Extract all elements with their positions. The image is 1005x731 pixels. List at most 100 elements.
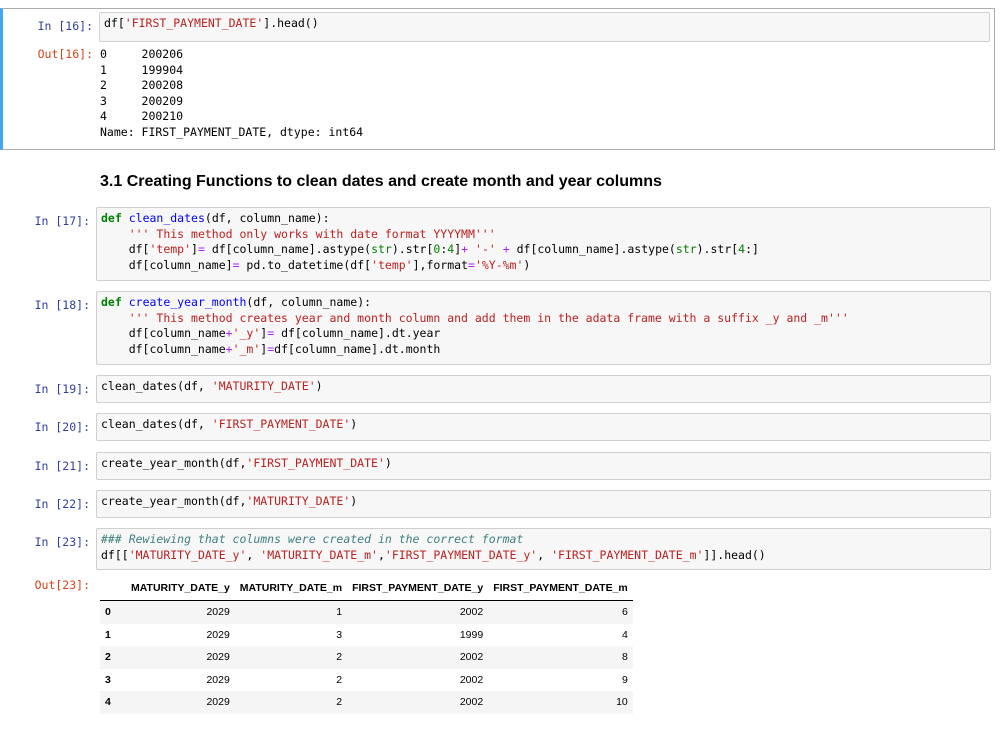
output-line: Name: FIRST_PAYMENT_DATE, dtype: int64 — [100, 124, 364, 139]
cell-20[interactable]: In [20]: clean_dates(df, 'FIRST_PAYMENT_… — [0, 413, 995, 441]
code-input[interactable]: create_year_month(df,'MATURITY_DATE') — [96, 490, 991, 518]
cell-16[interactable]: In [16]: df['FIRST_PAYMENT_DATE'].head()… — [0, 8, 995, 150]
code-token: 'temp' — [371, 257, 413, 272]
code-line: df[column_name+'_y']= df[column_name].dt… — [101, 326, 986, 342]
code-line: clean_dates(df, 'FIRST_PAYMENT_DATE') — [101, 417, 986, 433]
code-line: def clean_dates(df, column_name): — [101, 211, 986, 227]
code-token: create_year_month — [128, 295, 247, 309]
code-token: ).str[ — [391, 242, 434, 256]
in-prompt: In [21]: — [34, 459, 90, 473]
code-line: ''' This method only works with date for… — [101, 227, 986, 243]
cell-18[interactable]: In [18]: def create_year_month(df, colum… — [0, 291, 995, 365]
code-token: ### Rewiewing that columns were created … — [101, 532, 524, 546]
code-input[interactable]: clean_dates(df, 'MATURITY_DATE') — [96, 375, 991, 403]
code-token: + — [225, 341, 233, 356]
in-prompt: In [17]: — [34, 214, 90, 228]
code-token: 'FIRST_PAYMENT_DATE' — [246, 456, 385, 470]
code-line: df[column_name]= pd.to_datetime(df['temp… — [101, 258, 986, 274]
code-token: '_m' — [232, 341, 261, 356]
code-token: ) — [523, 257, 531, 272]
table-cell: 2002 — [459, 606, 484, 619]
code-input[interactable]: clean_dates(df, 'FIRST_PAYMENT_DATE') — [96, 413, 991, 441]
table-cell: 3 — [336, 628, 343, 641]
table-cell: 2029 — [206, 673, 230, 686]
code-token: df[column_name].dt.year — [274, 326, 441, 340]
code-input[interactable]: ### Rewiewing that columns were created … — [96, 528, 991, 570]
row-index: 3 — [105, 673, 111, 686]
code-token: , — [537, 547, 552, 562]
code-token: 'temp' — [149, 242, 192, 256]
code-token: = — [232, 257, 240, 272]
code-token: create_year_month(df, — [101, 494, 247, 508]
cell-22[interactable]: In [22]: create_year_month(df,'MATURITY_… — [0, 490, 995, 518]
code-token: (df, column_name): — [246, 295, 372, 309]
code-token: df[ — [104, 16, 125, 30]
code-input[interactable]: def clean_dates(df, column_name): ''' Th… — [96, 207, 991, 281]
table-row: 0 2029 1 2002 6 — [100, 600, 633, 624]
in-prompt: In [22]: — [34, 497, 90, 511]
code-line: ### Rewiewing that columns were created … — [101, 532, 986, 548]
cell-19[interactable]: In [19]: clean_dates(df, 'MATURITY_DATE'… — [0, 375, 995, 403]
table-cell: 2002 — [459, 651, 484, 664]
in-prompt: In [23]: — [34, 535, 90, 549]
code-token: = — [197, 242, 205, 256]
row-index: 4 — [105, 696, 111, 709]
in-prompt: In [20]: — [34, 420, 90, 434]
code-token: ''' This method only works with date for… — [128, 226, 496, 241]
code-token: 'MATURITY_DATE' — [211, 379, 316, 393]
table-cell: 2002 — [459, 673, 484, 686]
cell-23[interactable]: In [23]: ### Rewiewing that columns were… — [0, 528, 995, 723]
cell-21[interactable]: In [21]: create_year_month(df,'FIRST_PAY… — [0, 452, 995, 480]
code-token: '_y' — [232, 326, 261, 340]
code-input[interactable]: create_year_month(df,'FIRST_PAYMENT_DATE… — [96, 452, 991, 480]
code-token: + — [225, 326, 233, 340]
code-token: :] — [745, 242, 759, 256]
code-token: str — [371, 242, 392, 256]
code-token: pd.to_datetime(df[ — [239, 257, 372, 272]
row-index: 2 — [105, 651, 111, 664]
code-token: str — [675, 242, 697, 256]
code-token: ''' This method creates year and month c… — [128, 310, 849, 325]
code-token: df[column_name] — [101, 257, 233, 272]
code-token: ].head() — [263, 16, 319, 30]
table-cell: 1 — [336, 606, 343, 619]
code-token: ] — [191, 242, 198, 256]
code-input[interactable]: df['FIRST_PAYMENT_DATE'].head() — [99, 12, 990, 42]
code-token: create_year_month(df, — [101, 456, 247, 470]
code-line: create_year_month(df,'MATURITY_DATE') — [101, 494, 986, 510]
in-prompt: In [19]: — [34, 382, 90, 396]
code-token: clean_dates(df, — [101, 379, 212, 393]
output-line: 3 200209 — [100, 93, 184, 108]
code-token: ]].head() — [703, 547, 766, 562]
code-token: df[[ — [101, 547, 129, 562]
output-line: 4 200210 — [100, 109, 184, 123]
code-token: def — [101, 211, 122, 225]
output-line: 1 199904 — [100, 62, 184, 77]
table-cell: 8 — [621, 651, 628, 664]
table-cell: 2002 — [459, 696, 484, 709]
code-line: create_year_month(df,'FIRST_PAYMENT_DATE… — [101, 456, 986, 472]
code-token: def — [101, 295, 122, 309]
column-header: MATURITY_DATE_m — [234, 576, 348, 601]
table-cell: 6 — [621, 606, 628, 619]
output-line: 0 200206 — [100, 47, 184, 61]
table-row: 4 2029 2 2002 10 — [100, 691, 633, 714]
code-token: , — [246, 547, 261, 562]
cell-17[interactable]: In [17]: def clean_dates(df, column_name… — [0, 207, 995, 281]
dataframe-table: MATURITY_DATE_y MATURITY_DATE_m FIRST_PA… — [100, 576, 633, 714]
column-header: FIRST_PAYMENT_DATE_m — [488, 576, 633, 601]
table-row: 2 2029 2 2002 8 — [100, 646, 633, 669]
code-token: (df, column_name): — [204, 211, 330, 225]
code-token: clean_dates — [128, 211, 205, 225]
code-line: clean_dates(df, 'MATURITY_DATE') — [101, 379, 986, 395]
code-token: + — [502, 242, 510, 256]
code-token: df[column_name — [101, 341, 226, 356]
column-header: MATURITY_DATE_y — [126, 576, 235, 601]
code-token: 'MATURITY_DATE_m' — [260, 547, 378, 562]
in-prompt: In [16]: — [37, 19, 93, 33]
code-token: 'MATURITY_DATE' — [246, 494, 351, 508]
table-cell: 2029 — [206, 606, 230, 619]
code-input[interactable]: def create_year_month(df, column_name): … — [96, 291, 991, 365]
